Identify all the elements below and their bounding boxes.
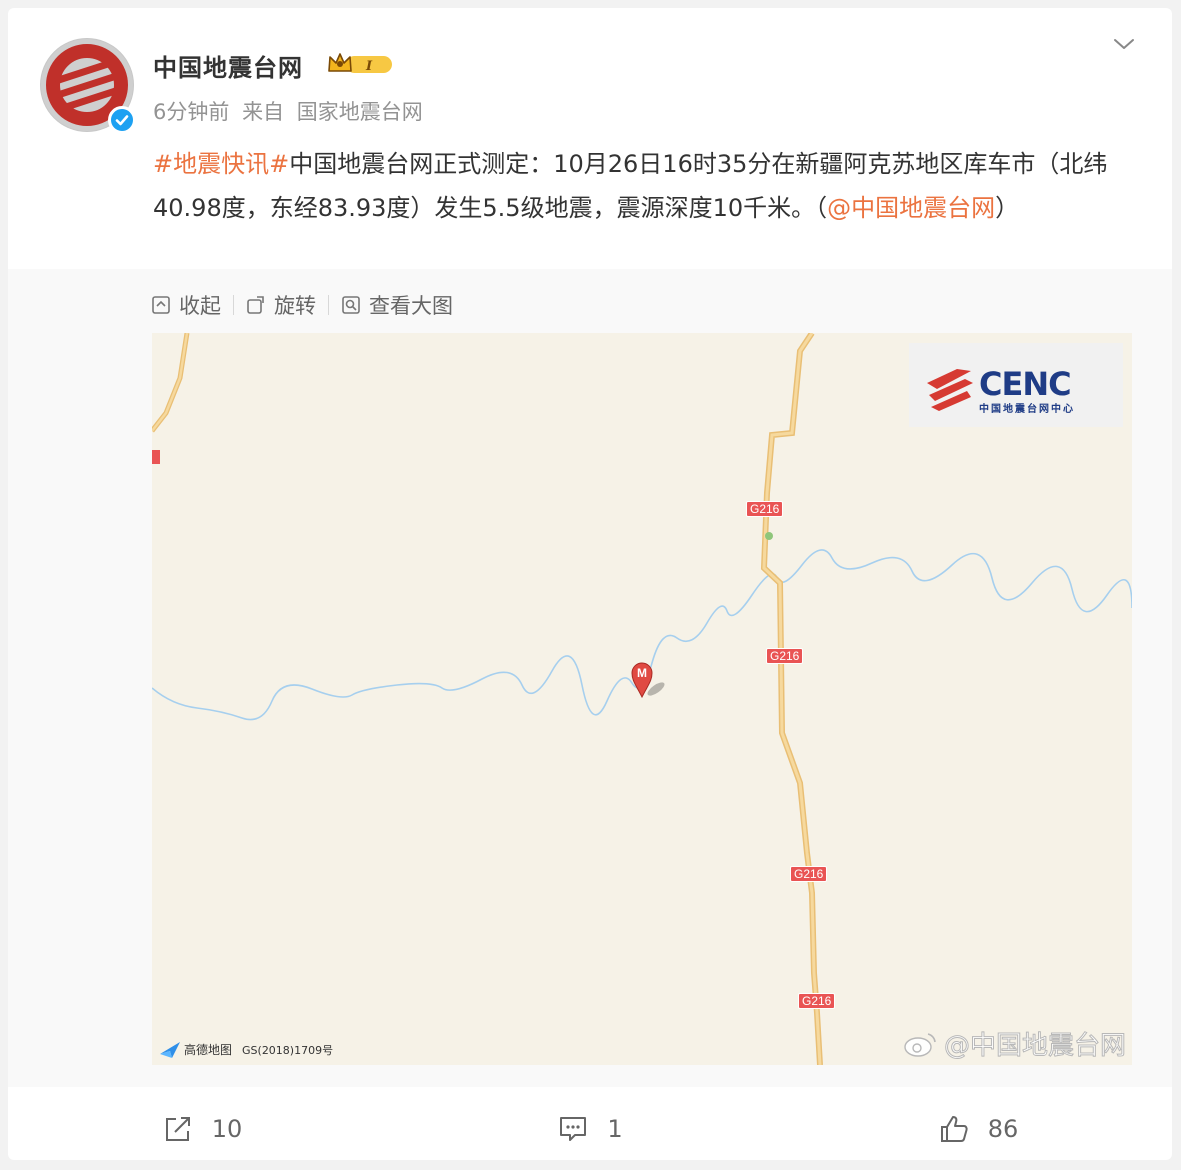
level-badge-text: I [365, 59, 373, 74]
map-license: GS(2018)1709号 [242, 1043, 334, 1057]
post-meta: 6分钟前 来自 国家地震台网 [153, 96, 423, 126]
road-line [152, 333, 189, 432]
comment-icon [560, 1116, 587, 1141]
image-toolbar: 收起 旋转 查看大图 [151, 289, 465, 321]
action-bar: 10 1 86 [8, 1097, 1172, 1160]
road-label-g216: G216 [790, 866, 828, 882]
map-provider-name: 高德地图 [184, 1043, 233, 1057]
like-button[interactable]: 86 [784, 1097, 1172, 1160]
collapse-icon [152, 296, 170, 314]
expanded-image-area: 收起 旋转 查看大图 M G216 G216 G216 G216 CENC 中国… [8, 269, 1172, 1087]
map-provider-credit: 高德地图 GS(2018)1709号 [160, 1041, 333, 1058]
share-button[interactable]: 10 [8, 1097, 396, 1160]
post-source[interactable]: 国家地震台网 [297, 100, 423, 124]
watermark-text: @中国地震台网 [943, 1031, 1127, 1062]
post-time[interactable]: 6分钟前 [153, 100, 229, 124]
view-large-icon [342, 296, 360, 314]
weibo-post-card: 中国地震台网 I 6分钟前 来自 国家地震台网 #地震快讯#中国地震台网正式测定… [8, 8, 1172, 1160]
epicenter-marker-icon: M [631, 662, 665, 699]
cenc-logo-subtext: 中国地震台网中心 [979, 402, 1075, 415]
map-edge-label [152, 450, 160, 464]
comment-count: 1 [607, 1114, 623, 1143]
rotate-icon [247, 296, 264, 314]
source-prefix: 来自 [242, 100, 285, 124]
like-count: 86 [987, 1114, 1019, 1143]
road-label-g216: G216 [746, 501, 784, 517]
hashtag-link[interactable]: #地震快讯# [153, 150, 289, 178]
chevron-down-icon[interactable] [1112, 32, 1136, 56]
map-poi-icon [765, 532, 773, 540]
collapse-button[interactable]: 收起 [151, 290, 233, 320]
amap-logo-icon [160, 1041, 180, 1058]
post-text: #地震快讯#中国地震台网正式测定：10月26日16时35分在新疆阿克苏地区库车市… [153, 142, 1143, 230]
comment-button[interactable]: 1 [396, 1097, 784, 1160]
rotate-button[interactable]: 旋转 [234, 290, 328, 320]
road-label-g216: G216 [798, 993, 836, 1009]
weibo-watermark-icon [904, 1032, 936, 1057]
cenc-logo-text: CENC [979, 365, 1071, 403]
share-icon [165, 1116, 190, 1141]
verified-badge-icon [108, 106, 136, 134]
weibo-watermark: @中国地震台网 [904, 1025, 1127, 1062]
rotate-label: 旋转 [274, 294, 316, 318]
marker-letter: M [637, 666, 647, 680]
cenc-logo: CENC 中国地震台网中心 [909, 343, 1123, 427]
account-name[interactable]: 中国地震台网 [153, 48, 303, 83]
post-body-end: ） [995, 194, 1020, 222]
earthquake-map-image[interactable]: M G216 G216 G216 G216 CENC 中国地震台网中心 高德地图… [152, 333, 1132, 1065]
collapse-label: 收起 [179, 294, 221, 318]
mention-link[interactable]: @中国地震台网 [827, 194, 995, 222]
thumbs-up-icon [940, 1115, 968, 1142]
view-large-button[interactable]: 查看大图 [329, 290, 465, 320]
road-label-g216: G216 [766, 648, 804, 664]
road-line [152, 333, 190, 433]
member-crown-icon[interactable]: I [326, 51, 394, 77]
share-count: 10 [211, 1114, 243, 1143]
view-large-label: 查看大图 [369, 294, 453, 318]
map-layers: M [152, 333, 1132, 1065]
